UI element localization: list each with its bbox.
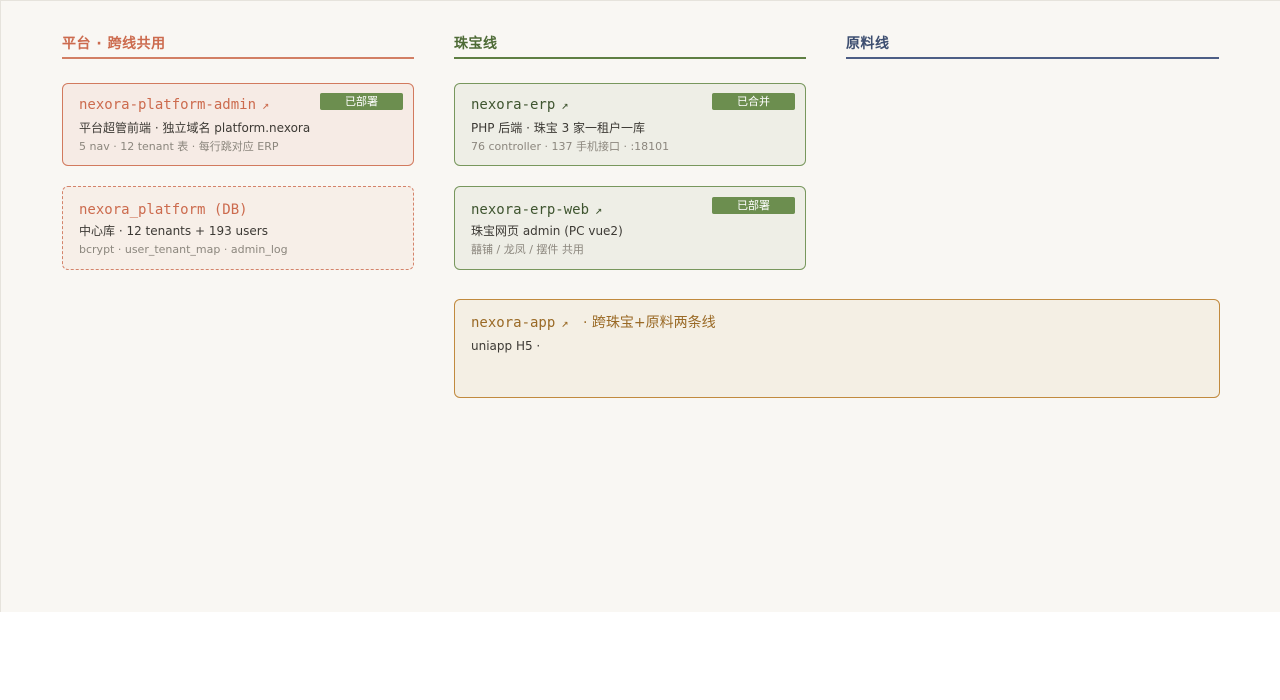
card-meta: 5 nav · 12 tenant 表 · 每行跳对应 ERP — [79, 140, 279, 153]
external-link-icon[interactable]: ↗ — [561, 98, 568, 112]
column-title-raw: 原料线 — [846, 36, 890, 52]
status-badge: 已部署 — [712, 197, 795, 214]
card-description: uniapp H5 · — [471, 339, 541, 353]
card-description: PHP 后端 · 珠宝 3 家一租户一库 — [471, 121, 646, 135]
card-meta: 76 controller · 137 手机接口 · :18101 — [471, 140, 670, 153]
card-title[interactable]: nexora-app — [471, 315, 555, 331]
card-title-row: nexora-app ↗ · 跨珠宝+原料两条线 — [471, 314, 1203, 332]
column-title-jewelry: 珠宝线 — [454, 36, 498, 52]
external-link-icon[interactable]: ↗ — [561, 316, 568, 330]
column-title-platform: 平台 · 跨线共用 — [62, 36, 166, 52]
card-description: 珠宝网页 admin (PC vue2) — [471, 224, 623, 238]
status-badge: 已合并 — [712, 93, 795, 110]
card-title[interactable]: nexora-erp-web — [471, 202, 589, 218]
card-meta: 囍铺 / 龙凤 / 摆件 共用 — [471, 243, 584, 256]
status-badge: 已部署 — [320, 93, 403, 110]
card-title[interactable]: nexora-erp — [471, 97, 555, 113]
card-meta: bcrypt · user_tenant_map · admin_log — [79, 243, 288, 256]
external-link-icon[interactable]: ↗ — [595, 203, 602, 217]
column-header-platform: 平台 · 跨线共用 — [62, 33, 414, 59]
card-erp[interactable]: nexora-erp ↗ PHP 后端 · 珠宝 3 家一租户一库 76 cont… — [454, 83, 806, 166]
architecture-board: 平台 · 跨线共用 珠宝线 原料线 nexora-platform-admin ↗… — [0, 0, 1280, 612]
card-title[interactable]: nexora-platform-admin — [79, 97, 256, 113]
card-erp-web[interactable]: nexora-erp-web ↗ 珠宝网页 admin (PC vue2) 囍铺 … — [454, 186, 806, 270]
column-header-raw: 原料线 — [846, 33, 1219, 59]
card-description: 中心库 · 12 tenants + 193 users — [79, 224, 268, 238]
card-platform-db: nexora_platform (DB) 中心库 · 12 tenants + … — [62, 186, 414, 270]
card-scope-note: · 跨珠宝+原料两条线 — [582, 315, 716, 331]
external-link-icon[interactable]: ↗ — [262, 98, 269, 112]
card-app[interactable]: nexora-app ↗ · 跨珠宝+原料两条线 uniapp H5 · — [454, 299, 1220, 398]
card-title: nexora_platform (DB) — [79, 202, 248, 218]
card-platform-admin[interactable]: nexora-platform-admin ↗ 平台超管前端 · 独立域名 pla… — [62, 83, 414, 166]
card-description: 平台超管前端 · 独立域名 platform.nexora — [79, 121, 311, 135]
column-header-jewelry: 珠宝线 — [454, 33, 806, 59]
